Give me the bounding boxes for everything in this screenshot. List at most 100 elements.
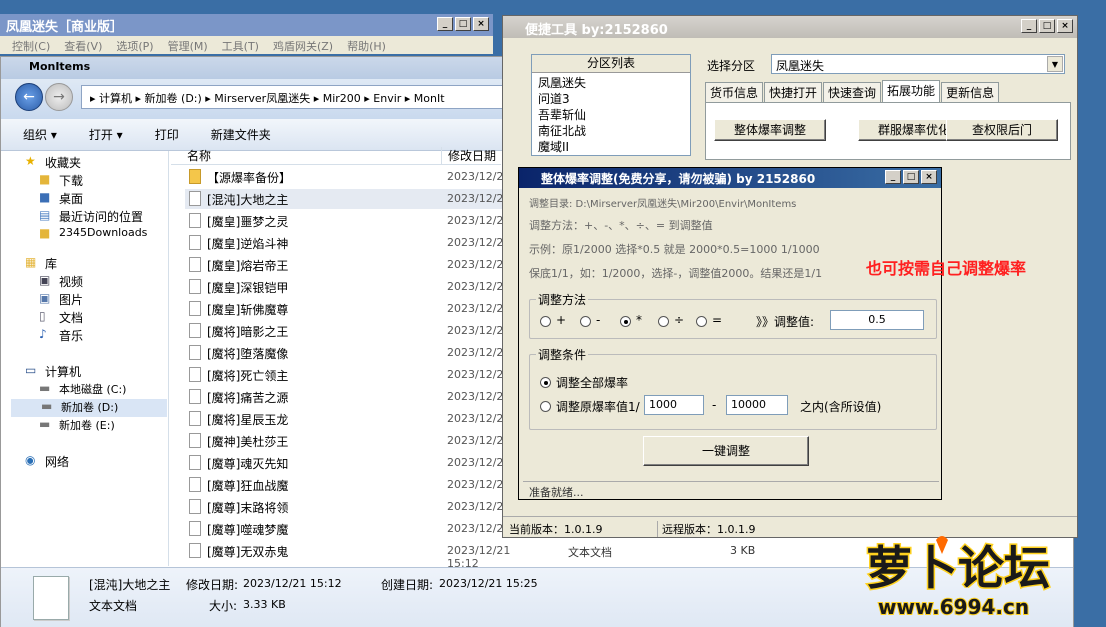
file-row[interactable]: [魔将]痛苦之源 2023/12/2 <box>185 387 515 407</box>
op-multiply-radio[interactable] <box>620 316 631 327</box>
check-backdoor-button[interactable]: 查权限后门 <box>946 119 1058 141</box>
menu-options[interactable]: 选项(P) <box>116 40 153 53</box>
file-row[interactable]: [魔皇]斩佛魔尊 2023/12/2 <box>185 299 515 319</box>
op-equal-radio[interactable] <box>696 316 707 327</box>
tab-extensions[interactable]: 拓展功能 <box>882 80 941 102</box>
tab-quick-query[interactable]: 快速查询 <box>823 82 882 102</box>
menu-view[interactable]: 查看(V) <box>64 40 102 53</box>
nav-favorites[interactable]: ★ 收藏夹 <box>19 154 81 172</box>
text-file-icon <box>189 433 201 448</box>
file-row[interactable]: [魔神]美杜莎王 2023/12/2 <box>185 431 515 451</box>
zone-item[interactable]: 吾辈斩仙 <box>538 106 586 123</box>
nav-network[interactable]: ◉ 网络 <box>19 453 69 471</box>
zone-select[interactable]: 凤凰迷失 ▼ <box>771 54 1065 74</box>
text-file-icon <box>189 411 201 426</box>
op-minus-radio[interactable] <box>580 316 591 327</box>
nav-videos[interactable]: ▣ 视频 <box>33 273 83 291</box>
file-date: 2023/12/2 <box>447 258 504 271</box>
file-row[interactable]: [魔皇]熔岩帝王 2023/12/2 <box>185 255 515 275</box>
file-row[interactable]: [魔皇]噩梦之灵 2023/12/2 <box>185 211 515 231</box>
range-to-input[interactable]: 10000 <box>726 395 788 415</box>
menu-help[interactable]: 帮助(H) <box>347 40 386 53</box>
file-row[interactable]: [魔将]死亡领主 2023/12/2 <box>185 365 515 385</box>
nav-drive-d[interactable]: ▬ 新加卷 (D:) <box>11 399 167 417</box>
nav-desktop[interactable]: ■ 桌面 <box>33 190 83 208</box>
back-icon[interactable]: ← <box>15 83 43 111</box>
nav-libraries[interactable]: ▦ 库 <box>19 255 57 273</box>
file-row[interactable]: [魔尊]噬魂梦魔 2023/12/2 <box>185 519 515 539</box>
tab-currency[interactable]: 货币信息 <box>705 82 764 102</box>
menu-gateway[interactable]: 鸡盾网关(Z) <box>273 40 333 53</box>
overall-rate-button[interactable]: 整体爆率调整 <box>714 119 826 141</box>
file-name: [魔将]痛苦之源 <box>207 391 289 405</box>
text-file-icon <box>189 345 201 360</box>
zone-item[interactable]: 南征北战 <box>538 122 586 139</box>
close-button[interactable]: × <box>921 170 937 184</box>
nav-recent[interactable]: ▤ 最近访问的位置 <box>33 208 143 226</box>
maximize-button[interactable]: □ <box>455 17 471 31</box>
file-row[interactable]: [魔将]暗影之王 2023/12/2 <box>185 321 515 341</box>
minimize-button[interactable]: _ <box>437 17 453 31</box>
file-row[interactable]: [魔尊]狂血战魔 2023/12/2 <box>185 475 515 495</box>
file-name: [魔尊]狂血战魔 <box>207 479 289 493</box>
nav-drive-c[interactable]: ▬ 本地磁盘 (C:) <box>33 381 126 399</box>
op-multiply-label: * <box>636 313 642 327</box>
file-date: 2023/12/2 <box>447 214 504 227</box>
nav-documents[interactable]: ▯ 文档 <box>33 309 83 327</box>
address-bar[interactable]: ▸ 计算机 ▸ 新加卷 (D:) ▸ Mirserver凤凰迷失 ▸ Mir20… <box>81 85 511 109</box>
nav-2345downloads[interactable]: ■ 2345Downloads <box>33 226 147 244</box>
tab-updates[interactable]: 更新信息 <box>941 82 1000 102</box>
picture-icon: ▣ <box>39 291 51 305</box>
maximize-button[interactable]: □ <box>903 170 919 184</box>
minimize-button[interactable]: _ <box>1021 19 1037 33</box>
zone-item[interactable]: 魔域II <box>538 138 569 155</box>
new-folder-button[interactable]: 新建文件夹 <box>211 128 271 142</box>
desktop-icon: ■ <box>39 190 51 204</box>
apply-adjust-button[interactable]: 一键调整 <box>643 436 809 466</box>
column-date[interactable]: 修改日期 <box>441 147 496 164</box>
op-divide-radio[interactable] <box>658 316 669 327</box>
range-from-input[interactable]: 1000 <box>644 395 704 415</box>
cond-range-radio[interactable] <box>540 401 551 412</box>
file-row[interactable]: 【源爆率备份】 2023/12/2 <box>185 167 515 187</box>
zone-item[interactable]: 问道3 <box>538 90 570 107</box>
file-row[interactable]: [混沌]大地之主 2023/12/2 <box>185 189 515 209</box>
open-button[interactable]: 打开 ▾ <box>89 128 123 142</box>
op-minus-label: - <box>596 313 601 327</box>
nav-pictures[interactable]: ▣ 图片 <box>33 291 83 309</box>
zone-list-header: 分区列表 <box>532 55 690 73</box>
computer-icon: ▭ <box>25 363 37 377</box>
nav-downloads[interactable]: ■ 下载 <box>33 172 83 190</box>
file-row[interactable]: [魔将]堕落魔像 2023/12/2 <box>185 343 515 363</box>
column-name[interactable]: 名称 <box>171 147 211 164</box>
value-input[interactable]: 0.5 <box>830 310 924 330</box>
file-row[interactable]: [魔尊]魂灭先知 2023/12/2 <box>185 453 515 473</box>
close-button[interactable]: × <box>473 17 489 31</box>
cond-all-radio[interactable] <box>540 377 551 388</box>
nav-drive-e[interactable]: ▬ 新加卷 (E:) <box>33 417 115 435</box>
file-date: 2023/12/2 <box>447 500 504 513</box>
menu-manage[interactable]: 管理(M) <box>168 40 208 53</box>
close-button[interactable]: × <box>1057 19 1073 33</box>
print-button[interactable]: 打印 <box>155 128 179 142</box>
nav-music[interactable]: ♪ 音乐 <box>33 327 83 345</box>
zone-item[interactable]: 凤凰迷失 <box>538 74 586 91</box>
tab-quick-open[interactable]: 快捷打开 <box>764 82 823 102</box>
dialog-method-text: 调整方法：+、-、*、÷、= 到调整值 <box>529 219 713 232</box>
menu-control[interactable]: 控制(C) <box>12 40 50 53</box>
maximize-button[interactable]: □ <box>1039 19 1055 33</box>
file-date: 2023/12/2 <box>447 324 504 337</box>
minimize-button[interactable]: _ <box>885 170 901 184</box>
forward-icon[interactable]: → <box>45 83 73 111</box>
file-row[interactable]: [魔尊]末路将领 2023/12/2 <box>185 497 515 517</box>
file-name: [魔将]星辰玉龙 <box>207 413 289 427</box>
file-row[interactable]: [魔皇]逆焰斗神 2023/12/2 <box>185 233 515 253</box>
file-row[interactable]: [魔皇]深银铠甲 2023/12/2 <box>185 277 515 297</box>
menu-tools[interactable]: 工具(T) <box>222 40 259 53</box>
file-date: 2023/12/2 <box>447 236 504 249</box>
nav-computer[interactable]: ▭ 计算机 <box>19 363 81 381</box>
text-file-icon <box>189 235 201 250</box>
organize-button[interactable]: 组织 ▾ <box>23 128 57 142</box>
op-plus-radio[interactable] <box>540 316 551 327</box>
file-row[interactable]: [魔将]星辰玉龙 2023/12/2 <box>185 409 515 429</box>
